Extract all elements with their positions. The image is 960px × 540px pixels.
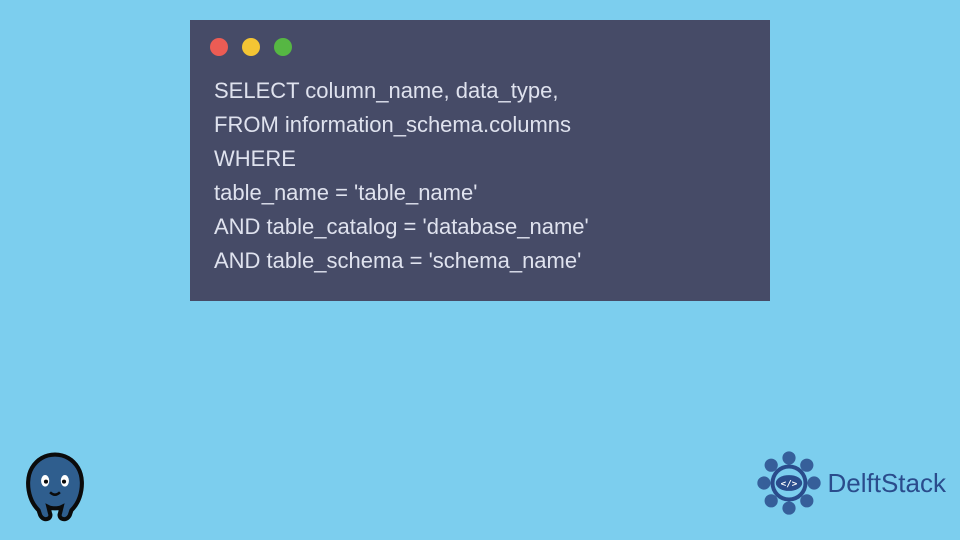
code-line: AND table_catalog = 'database_name' bbox=[214, 214, 589, 239]
code-block: SELECT column_name, data_type, FROM info… bbox=[214, 74, 746, 279]
brand-name: DelftStack bbox=[828, 468, 947, 499]
maximize-icon bbox=[274, 38, 292, 56]
code-line: AND table_schema = 'schema_name' bbox=[214, 248, 581, 273]
code-line: WHERE bbox=[214, 146, 296, 171]
postgresql-logo-icon bbox=[14, 448, 96, 530]
delftstack-brand: </> DelftStack bbox=[756, 450, 947, 516]
minimize-icon bbox=[242, 38, 260, 56]
delftstack-logo-icon: </> bbox=[756, 450, 822, 516]
code-line: table_name = 'table_name' bbox=[214, 180, 477, 205]
svg-text:</>: </> bbox=[780, 478, 797, 489]
window-controls bbox=[210, 38, 746, 56]
code-line: FROM information_schema.columns bbox=[214, 112, 571, 137]
code-line: SELECT column_name, data_type, bbox=[214, 78, 558, 103]
close-icon bbox=[210, 38, 228, 56]
code-window: SELECT column_name, data_type, FROM info… bbox=[190, 20, 770, 301]
